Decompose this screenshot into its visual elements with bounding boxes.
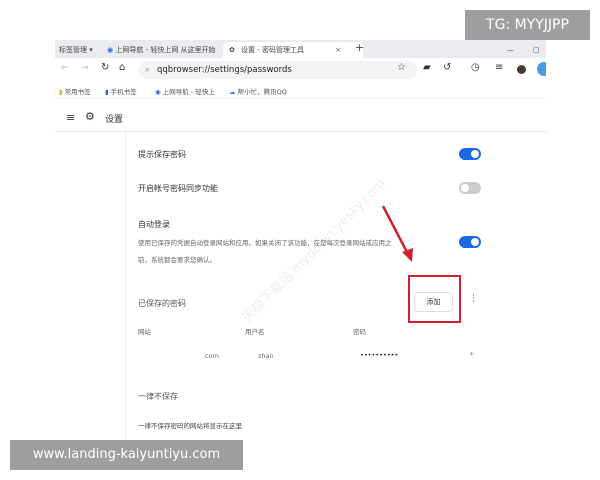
sync-icon[interactable]: ↺	[443, 62, 451, 73]
folder-icon: ▮	[59, 88, 63, 96]
sync-toggle[interactable]	[459, 182, 481, 194]
red-arrow-annotation	[381, 205, 413, 262]
password-cell: ••••••••••	[360, 351, 399, 359]
username-cell: zhan	[258, 352, 274, 360]
search-icon: ⌕	[145, 65, 150, 75]
top-overlay-label: TG: MYYJJPP	[465, 10, 590, 40]
bookmark-nav[interactable]: ◉ 上网导航 - 轻快上	[155, 86, 215, 96]
close-tab-icon[interactable]: ×	[335, 42, 341, 58]
back-icon[interactable]: ←	[61, 63, 69, 73]
settings-header: ≡ ⚙ 设置	[55, 104, 546, 132]
never-save-description: 一律不保存密码的网站将显示在这里	[138, 422, 242, 430]
cloud-icon: ☁	[229, 88, 236, 96]
column-site: 网站	[138, 328, 151, 336]
home-icon[interactable]: ⌂	[119, 62, 125, 73]
new-tab-button[interactable]: +	[355, 41, 364, 55]
tab-navigation[interactable]: ◉ 上网导航 - 轻快上网 从这里开始	[107, 43, 216, 57]
tab-bar: 标签管理 ▾ ◉ 上网导航 - 轻快上网 从这里开始 ✿ 设置 - 密码管理工具 ×…	[55, 40, 546, 58]
avatar[interactable]	[517, 65, 526, 74]
extension-icon[interactable]: ▰	[423, 62, 431, 73]
bookmarks-bar: ▮ 常用书签 ▮ 手机书签 ◉ 上网导航 - 轻快上 ☁ 帮小忙，腾讯QQ	[55, 82, 546, 98]
address-bar[interactable]: ⌕ qqbrowser://settings/passwords	[139, 61, 417, 79]
bottom-overlay-label: www.landing-kaiyuntiyu.com	[10, 440, 243, 470]
sync-label: 开启帐号密码同步功能	[138, 184, 218, 193]
tab-settings[interactable]: ✿ 设置 - 密码管理工具 ×	[223, 42, 363, 58]
maximize-button[interactable]: ▢	[533, 43, 540, 57]
browser-window: 标签管理 ▾ ◉ 上网导航 - 轻快上网 从这里开始 ✿ 设置 - 密码管理工具 ×…	[55, 40, 546, 440]
auto-login-description-2: 前，系统都会要求您确认。	[138, 256, 216, 264]
address-toolbar: ← → ↻ ⌂ ⌕ qqbrowser://settings/passwords …	[55, 58, 546, 82]
gear-icon: ⚙	[85, 110, 95, 123]
site-cell: .com	[203, 352, 219, 360]
bookmark-folder[interactable]: ▮ 常用书签	[59, 86, 91, 96]
auto-login-label: 自动登录	[138, 220, 170, 229]
qq-browser-icon: ◉	[155, 88, 161, 96]
column-username: 用户名	[245, 328, 265, 336]
more-options-icon[interactable]: ⋮	[469, 294, 478, 304]
minimize-button[interactable]: —	[507, 43, 514, 57]
auto-login-description: 使用已保存的凭据自动登录网站和应用。如果关闭了该功能，在您每次登录网站或应用之	[138, 239, 392, 247]
offer-save-label: 提示保存密码	[138, 150, 186, 159]
bookmark-qq[interactable]: ☁ 帮小忙，腾讯QQ	[229, 86, 287, 96]
gear-icon: ✿	[229, 46, 235, 54]
history-icon[interactable]: ◷	[471, 62, 480, 73]
star-icon[interactable]: ☆	[397, 62, 406, 73]
highlight-box	[408, 275, 461, 323]
saved-passwords-title: 已保存的密码	[138, 299, 186, 308]
bookmark-icon: ▮	[105, 88, 109, 96]
reload-icon[interactable]: ↻	[101, 62, 109, 73]
hamburger-menu-icon[interactable]: ≡	[66, 111, 75, 124]
tab-manager[interactable]: 标签管理 ▾	[59, 43, 93, 57]
never-save-title: 一律不保存	[138, 392, 178, 401]
account-icon[interactable]	[537, 62, 546, 76]
forward-icon[interactable]: →	[81, 63, 89, 73]
auto-login-toggle[interactable]	[459, 236, 481, 248]
bookmark-mobile[interactable]: ▮ 手机书签	[105, 86, 137, 96]
column-password: 密码	[353, 328, 366, 336]
page-title: 设置	[105, 115, 124, 125]
menu-icon[interactable]: ≡	[495, 62, 503, 73]
offer-save-toggle[interactable]	[459, 148, 481, 160]
chevron-right-icon[interactable]: ›	[470, 349, 473, 358]
